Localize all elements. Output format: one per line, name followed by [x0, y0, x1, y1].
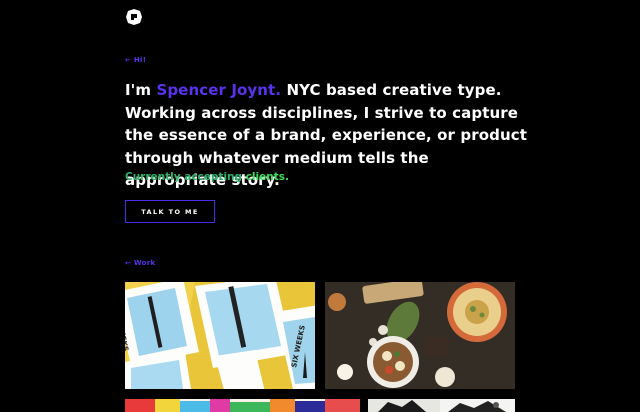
work-tile-poster[interactable]	[125, 399, 360, 412]
talk-to-me-button[interactable]: TALK TO ME	[125, 200, 215, 223]
food-image	[325, 282, 515, 389]
brand-logo-icon[interactable]	[125, 8, 143, 26]
sketch-image	[368, 399, 515, 412]
availability-highlight: clients.	[245, 171, 289, 183]
hi-link[interactable]: ← Hi!	[125, 56, 146, 64]
poster-image	[125, 399, 360, 412]
author-name: Spencer Joynt.	[156, 81, 282, 99]
work-link[interactable]: ← Work	[125, 259, 156, 267]
work-tile-food[interactable]	[325, 282, 515, 389]
intro-prefix: I'm	[125, 81, 157, 99]
availability-status: Currently accepting clients.	[125, 171, 289, 183]
availability-prefix: Currently accepting	[125, 171, 246, 183]
six-weeks-image: SIX WEEKS SIX WEEKS	[125, 282, 315, 389]
work-tile-six-weeks[interactable]: SIX WEEKS SIX WEEKS	[125, 282, 315, 389]
work-tile-sketch[interactable]	[368, 399, 515, 412]
